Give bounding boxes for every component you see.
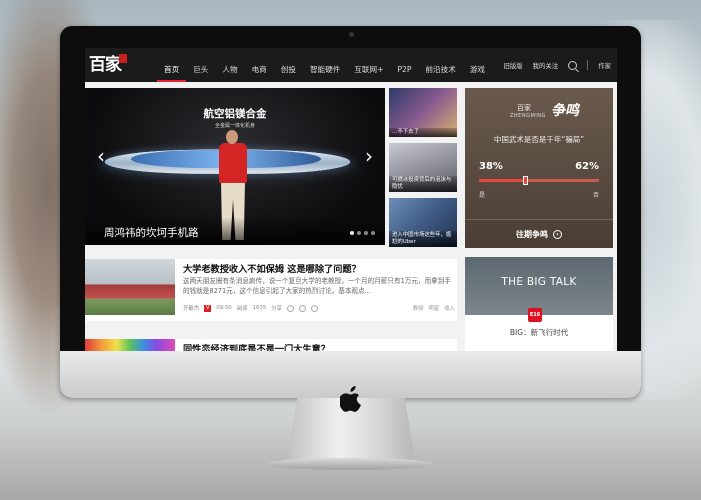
thumb-label: …不下去了 — [389, 128, 457, 137]
article-tag[interactable]: 明星 — [428, 304, 439, 312]
debate-progress-knob — [522, 176, 528, 185]
arrow-right-icon: › — [553, 229, 562, 239]
nav-item-p2p[interactable]: P2P — [390, 48, 418, 82]
slider-dots — [350, 231, 375, 235]
debate-pct-no: 62% — [575, 161, 599, 172]
past-debates-label: 往期争鸣 — [516, 229, 548, 239]
browser-screen: 百家 首页 巨头 人物 电商 创投 智能硬件 互联网+ P2P 前沿技术 游戏 … — [85, 48, 617, 351]
debate-side-no: 否 — [592, 192, 599, 199]
thumb-story-2[interactable]: 可燃冰投资背后的泡沫与隐忧 — [389, 143, 457, 192]
top-nav: 百家 首页 巨头 人物 电商 创投 智能硬件 互联网+ P2P 前沿技术 游戏 … — [85, 48, 617, 82]
site-logo[interactable]: 百家 — [89, 50, 139, 80]
nav-divider — [587, 60, 589, 70]
slider-dot[interactable] — [357, 231, 361, 235]
debate-panel[interactable]: 百家 ZHENGMING 争鸣 中国武术是否是千年“骗局” 38% 62% 是 … — [465, 88, 613, 248]
article-title[interactable]: 大学老教授收入不如保姆 这是哪除了问题？ — [183, 261, 361, 275]
article-share[interactable]: 分享 — [271, 304, 282, 312]
slider-dot[interactable] — [350, 231, 354, 235]
nav-menu: 首页 巨头 人物 电商 创投 智能硬件 互联网+ P2P 前沿技术 游戏 — [157, 48, 492, 82]
nav-item-internet-plus[interactable]: 互联网+ — [347, 48, 390, 82]
big-talk-caption[interactable]: BIG：新飞行时代 — [465, 327, 613, 338]
article-read-label: 阅读 — [236, 306, 248, 312]
nav-item-smart-hardware[interactable]: 智能硬件 — [303, 48, 347, 82]
article-read-count: 1635 — [252, 305, 267, 311]
article-tag[interactable]: 收入 — [444, 304, 455, 312]
apple-logo-icon — [340, 386, 361, 412]
nav-item-games[interactable]: 游戏 — [463, 48, 492, 82]
thumb-story-1[interactable]: …不下去了 — [389, 88, 457, 137]
article-summary: 这两天朋友圈有条消息疯传，说一个复旦大学的老教授，一个月的月薪只有1万元，而拿到… — [183, 277, 451, 295]
nav-item-ecommerce[interactable]: 电商 — [245, 48, 274, 82]
thumb-label: 可燃冰投资背后的泡沫与隐忧 — [389, 176, 457, 192]
camera — [349, 32, 354, 37]
debate-progress-bar — [479, 176, 599, 185]
debate-brand-en: ZHENGMING — [510, 113, 546, 119]
nav-item-home[interactable]: 首页 — [157, 48, 187, 82]
article-item[interactable]: 同性恋经济到底是不是一门大生意？ — [85, 339, 457, 351]
nav-item-people[interactable]: 人物 — [215, 48, 244, 82]
slide-headline: 航空铝镁合金 — [203, 108, 267, 120]
debate-brush-title: 争鸣 — [551, 103, 579, 119]
nav-right: 旧版版 我的关注 作家 — [503, 48, 611, 82]
nav-item-venture[interactable]: 创投 — [274, 48, 303, 82]
slide-caption[interactable]: 周鸿祎的坎坷手机路 — [85, 217, 385, 245]
logo-seal-icon — [119, 54, 127, 63]
article-item[interactable]: 大学老教授收入不如保姆 这是哪除了问题？ 这两天朋友圈有条消息疯传，说一个复旦大… — [85, 259, 457, 321]
debate-side-yes: 是 — [479, 192, 486, 199]
debate-pct-yes: 38% — [479, 161, 503, 172]
slider-next-icon[interactable]: › — [365, 146, 373, 166]
article-thumbnail[interactable] — [85, 259, 175, 315]
debate-brand: 百家 — [517, 104, 531, 112]
big-talk-banner[interactable]: THE BIG TALK — [465, 257, 613, 315]
slide-subtitle: 全金属一体化机身 — [214, 123, 255, 129]
slider-prev-icon[interactable]: ‹ — [97, 146, 105, 166]
wechat-icon[interactable] — [287, 304, 295, 312]
monitor-foot — [268, 458, 434, 470]
nav-item-giants[interactable]: 巨头 — [186, 48, 215, 82]
article-meta: 齐敏杰 V 09:50 阅读 1635 分享 — [183, 304, 319, 312]
article-thumbnail[interactable] — [85, 339, 175, 351]
big-talk-panel[interactable]: THE BIG TALK E16 BIG：新飞行时代 — [465, 257, 613, 351]
verified-badge-icon: V — [204, 304, 212, 312]
slider-dot[interactable] — [364, 231, 368, 235]
qzone-icon[interactable] — [311, 304, 319, 312]
article-time: 09:50 — [216, 305, 232, 311]
article-tag[interactable]: 教授 — [413, 304, 424, 312]
old-version-link[interactable]: 旧版版 — [503, 61, 522, 70]
slider-dot[interactable] — [371, 231, 375, 235]
past-debates-link[interactable]: 往期争鸣 › — [465, 219, 613, 248]
hero-slider[interactable]: 航空铝镁合金 全金属一体化机身 ‹ › 周鸿祎的坎坷手机路 — [85, 88, 385, 245]
article-author[interactable]: 齐敏杰 — [183, 304, 199, 312]
thumb-label: 进入中国市场这些年，尴尬的Uber — [389, 231, 457, 247]
nav-item-frontier-tech[interactable]: 前沿技术 — [418, 48, 462, 82]
debate-progress-fill — [479, 179, 525, 182]
big-talk-title: THE BIG TALK — [501, 276, 577, 288]
big-talk-badge-icon: E16 — [528, 308, 542, 322]
article-title[interactable]: 同性恋经济到底是不是一门大生意？ — [183, 341, 330, 351]
my-follow-link[interactable]: 我的关注 — [533, 61, 559, 70]
author-link[interactable]: 作家 — [598, 61, 611, 70]
weibo-icon[interactable] — [299, 304, 307, 312]
logo-text: 百家 — [89, 55, 122, 75]
thumb-story-3[interactable]: 进入中国市场这些年，尴尬的Uber — [389, 198, 457, 247]
search-icon[interactable] — [568, 60, 578, 70]
article-tags: 教授 明星 收入 — [413, 304, 455, 312]
debate-question: 中国武术是否是千年“骗局” — [493, 135, 585, 144]
